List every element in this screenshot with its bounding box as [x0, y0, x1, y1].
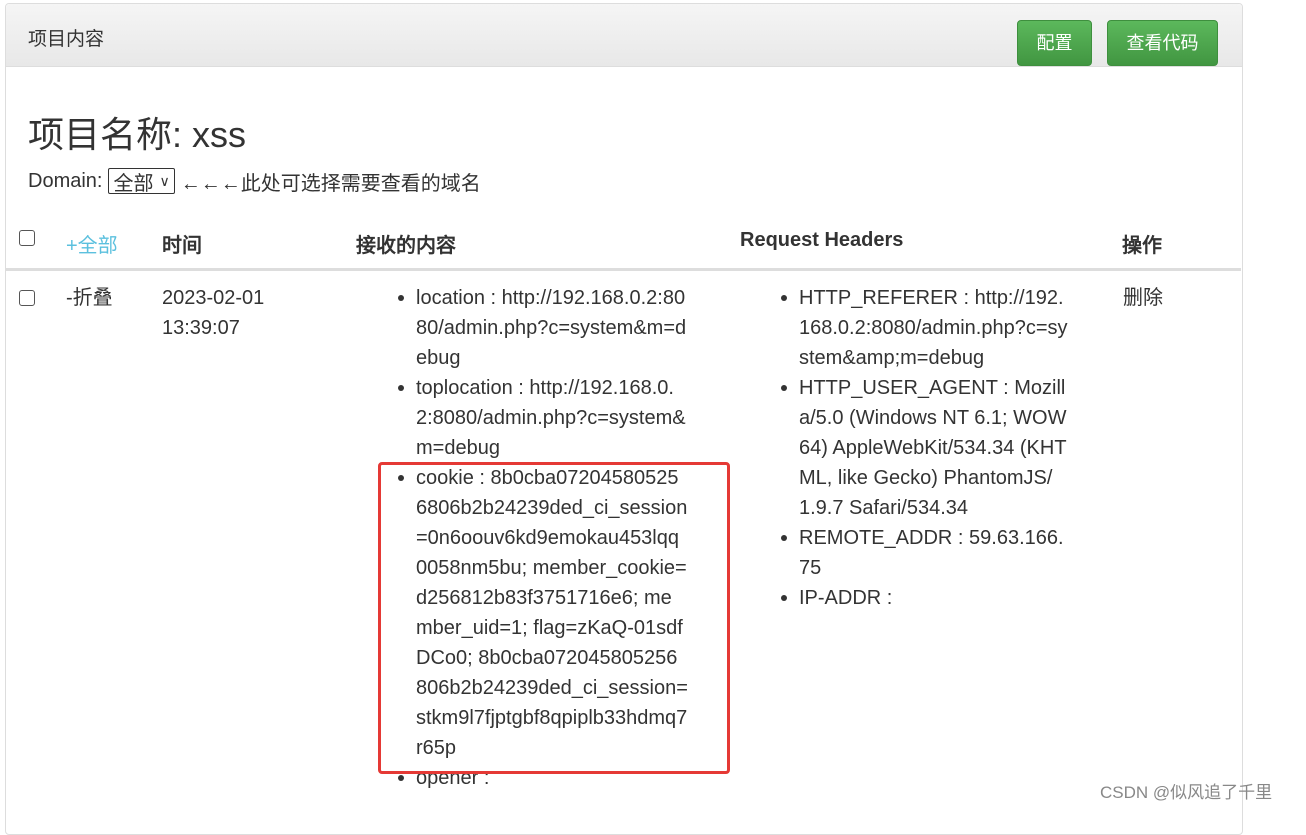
- column-header-actions: 操作: [1122, 235, 1162, 257]
- domain-select-value: 全部: [113, 172, 154, 195]
- table-header-divider: [5, 268, 1241, 271]
- domain-filter: Domain: 全部 ∨ ←←←此处可选择需要查看的域名: [28, 167, 481, 195]
- content-toplocation: toplocation : http://192.168.0.2:8080/ad…: [398, 373, 688, 463]
- column-header-time: 时间: [162, 235, 202, 257]
- column-header-request-headers: Request Headers: [740, 229, 904, 251]
- watermark: CSDN @似风追了千里: [1100, 783, 1273, 802]
- header-ip-addr: IP-ADDR :: [781, 583, 1069, 613]
- row-timestamp: 2023-02-01 13:39:07: [162, 283, 264, 343]
- config-button[interactable]: 配置: [1017, 20, 1092, 66]
- panel-title: 项目内容: [28, 29, 105, 50]
- row-date: 2023-02-01: [162, 287, 265, 309]
- column-header-content: 接收的内容: [356, 235, 456, 257]
- row-checkbox[interactable]: [19, 290, 35, 306]
- domain-label: Domain:: [28, 169, 103, 192]
- panel-heading: 项目内容 配置 查看代码: [6, 4, 1242, 67]
- collapse-link[interactable]: -折叠: [66, 283, 113, 313]
- page-title: 项目名称: xss: [28, 114, 247, 155]
- expand-all-link[interactable]: +全部: [66, 229, 118, 258]
- header-http-referer: HTTP_REFERER : http://192.168.0.2:8080/a…: [781, 283, 1069, 373]
- request-headers-list: HTTP_REFERER : http://192.168.0.2:8080/a…: [781, 283, 1069, 613]
- row-time: 13:39:07: [162, 317, 240, 339]
- view-code-button[interactable]: 查看代码: [1107, 20, 1218, 66]
- cookie-highlight-box: [378, 462, 730, 774]
- delete-link[interactable]: 删除: [1123, 283, 1163, 313]
- header-user-agent: HTTP_USER_AGENT : Mozilla/5.0 (Windows N…: [781, 373, 1069, 523]
- header-remote-addr: REMOTE_ADDR : 59.63.166.75: [781, 523, 1069, 583]
- content-location: location : http://192.168.0.2:8080/admin…: [398, 283, 688, 373]
- domain-select[interactable]: 全部 ∨: [108, 168, 175, 195]
- select-all-checkbox[interactable]: [19, 230, 35, 246]
- chevron-down-icon: ∨: [159, 172, 170, 189]
- domain-hint: ←←←此处可选择需要查看的域名: [180, 172, 481, 195]
